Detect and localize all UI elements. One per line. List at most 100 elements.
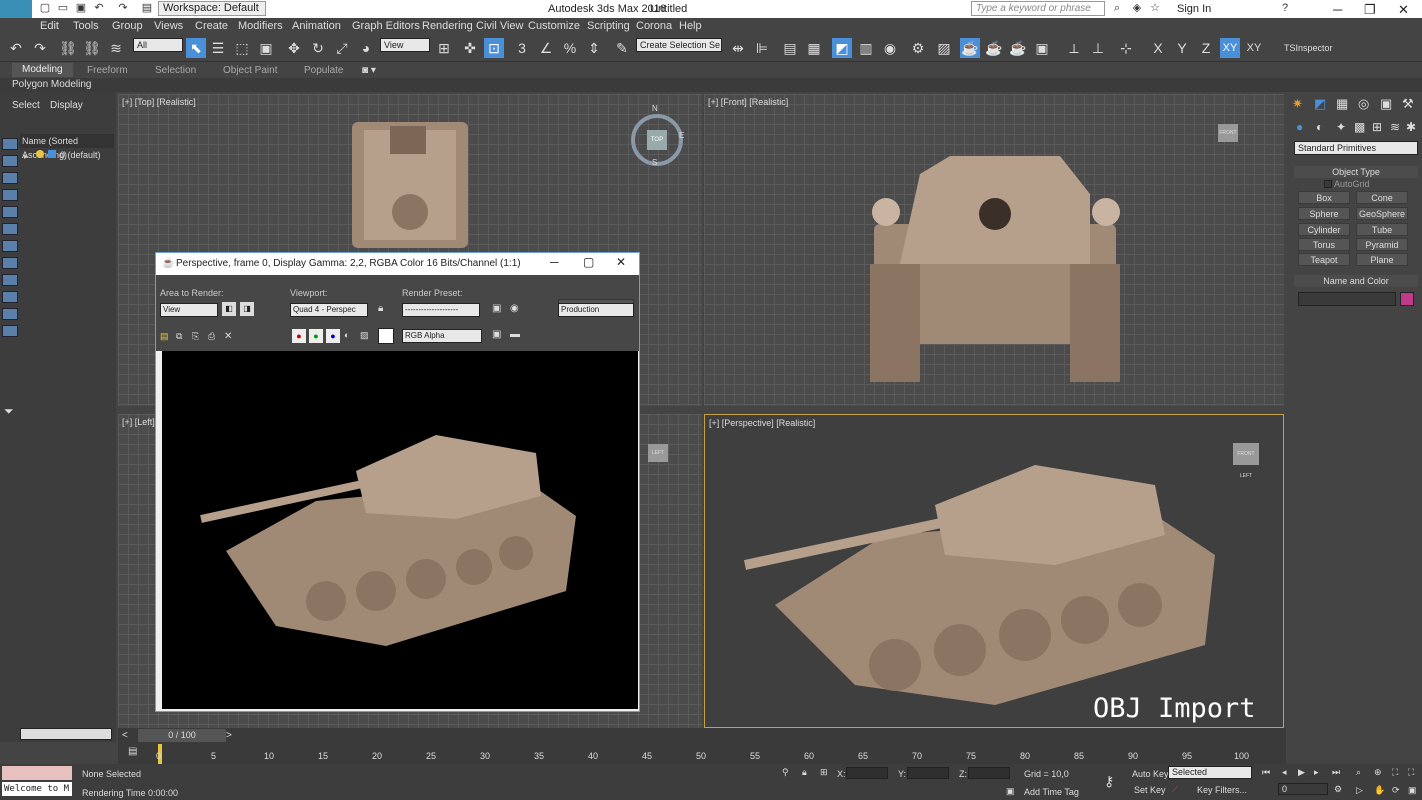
workspace-select[interactable]: Workspace: Default (158, 1, 266, 16)
time-tag-icon[interactable]: ▣ (1006, 786, 1015, 797)
render-minimize-icon[interactable]: ─ (550, 255, 559, 269)
field-of-view-icon[interactable]: ▷ (1356, 785, 1363, 796)
pan-icon[interactable]: ✋ (1374, 785, 1385, 796)
menu-scripting[interactable]: Scripting (587, 20, 630, 32)
viewcube-compass[interactable]: TOP N E S (631, 104, 684, 167)
background-color-swatch[interactable] (378, 328, 394, 344)
hierarchy-tab-icon[interactable]: ▦ (1336, 96, 1348, 112)
move-icon[interactable]: ✥ (284, 38, 304, 58)
zoom-extents-icon[interactable]: ⛶ (1392, 767, 1398, 778)
viewport-select[interactable]: Quad 4 - Perspec (290, 303, 368, 317)
menu-graph-editors[interactable]: Graph Editors (352, 20, 420, 32)
named-selection-set-select[interactable]: Create Selection Se (636, 38, 722, 52)
axis-xy-cycle-button[interactable]: XY (1244, 38, 1264, 58)
favorites-icon[interactable]: ☆ (1148, 1, 1162, 15)
toggle-ui-icon[interactable]: ▬ (510, 329, 520, 340)
filter-geometry-icon[interactable] (2, 138, 18, 150)
maximize-viewport-icon[interactable]: ▣ (1408, 785, 1417, 796)
redo-icon[interactable]: ↷ (30, 38, 50, 58)
funnel-icon[interactable]: ⏷ (4, 404, 14, 419)
percent-snap-icon[interactable]: % (560, 38, 580, 58)
filter-spacewarps-icon[interactable] (2, 223, 18, 235)
area-to-render-select[interactable]: View (160, 303, 218, 317)
autogrid-icon[interactable]: ⊹ (1116, 38, 1136, 58)
tube-button[interactable]: Tube (1356, 223, 1408, 236)
set-key-button[interactable]: Set Key (1134, 785, 1166, 795)
maxscript-listener-input[interactable] (2, 766, 72, 780)
help-icon[interactable]: ? (1278, 1, 1292, 15)
viewport-perspective[interactable]: [+] [Perspective] [Realistic] FRONT LEFT… (704, 414, 1284, 728)
cylinder-button[interactable]: Cylinder (1298, 223, 1350, 236)
filter-xrefs-icon[interactable] (2, 257, 18, 269)
zoom-icon[interactable]: ⌕ (1356, 767, 1361, 778)
axis-z-button[interactable]: Z (1196, 38, 1216, 58)
filter-bones-icon[interactable] (2, 274, 18, 286)
box-button[interactable]: Box (1298, 191, 1350, 204)
tab-selection[interactable]: Selection (155, 65, 196, 76)
menu-create[interactable]: Create (195, 20, 228, 32)
z-coordinate-field[interactable] (968, 767, 1010, 779)
viewport-label[interactable]: [+] [Front] [Realistic] (708, 97, 788, 107)
menu-civil-view[interactable]: Civil View (476, 20, 523, 32)
teapot-button[interactable]: Teapot (1298, 253, 1350, 266)
render-production-icon[interactable]: ☕ (960, 38, 980, 58)
bind-space-warp-icon[interactable]: ≋ (106, 38, 126, 58)
time-configuration-icon[interactable]: ⚙ (1334, 784, 1342, 795)
material-editor-icon[interactable]: ◉ (880, 38, 900, 58)
window-crossing-icon[interactable]: ▣ (256, 38, 276, 58)
menu-modifiers[interactable]: Modifiers (238, 20, 283, 32)
render-activeshade-icon[interactable]: ☕ (1008, 38, 1028, 58)
helpers-icon[interactable]: ⊞ (1372, 120, 1382, 134)
filter-particles-icon[interactable] (2, 291, 18, 303)
sign-in-link[interactable]: Sign In (1177, 3, 1211, 15)
name-and-color-rollout[interactable]: Name and Color (1294, 275, 1418, 287)
render-iterative-icon[interactable]: ☕ (984, 38, 1004, 58)
project-icon[interactable]: ▤ (140, 1, 154, 15)
clear-icon[interactable]: ✕ (224, 331, 232, 342)
rendered-frame-window-icon[interactable]: ▨ (934, 38, 954, 58)
scene-tab-display[interactable]: Display (50, 100, 83, 111)
red-channel-icon[interactable]: ● (292, 329, 306, 343)
systems-icon[interactable]: ✱ (1406, 120, 1416, 134)
rotate-icon[interactable]: ↻ (308, 38, 328, 58)
environment-icon[interactable]: ◉ (510, 303, 519, 314)
mirror-icon[interactable]: ⇹ (728, 38, 748, 58)
layer-explorer-icon[interactable]: ▤ (780, 38, 800, 58)
redo-icon[interactable]: ↷ (116, 1, 130, 15)
orbit-icon[interactable]: ⟳ (1392, 785, 1400, 796)
grid-align-icon[interactable]: ⊥ (1088, 38, 1108, 58)
link-icon[interactable]: ⛓ (58, 38, 78, 58)
time-slider-next-icon[interactable]: > (226, 730, 232, 741)
tab-object-paint[interactable]: Object Paint (223, 65, 277, 76)
snaps-toggle-icon[interactable]: 3 (512, 38, 532, 58)
pyramid-button[interactable]: Pyramid (1356, 238, 1408, 251)
save-icon[interactable]: ▣ (74, 1, 88, 15)
polygon-modeling-panel[interactable]: Polygon Modeling (12, 79, 92, 90)
toggle-ui-overlay-icon[interactable]: ▣ (492, 329, 501, 340)
open-file-icon[interactable]: ▭ (56, 1, 70, 15)
go-to-end-icon[interactable]: ⏭ (1332, 767, 1340, 778)
create-tab-icon[interactable]: ✷ (1292, 96, 1303, 112)
search-icon[interactable]: ⌕ (1110, 1, 1124, 15)
category-select[interactable]: Standard Primitives (1294, 141, 1418, 155)
render-setup-icon[interactable]: ▣ (492, 303, 501, 314)
edit-named-selection-icon[interactable]: ✎ (612, 38, 632, 58)
selection-lock-icon[interactable]: 🔒︎ (802, 767, 807, 778)
maximize-icon[interactable]: ❐ (1364, 2, 1376, 18)
x-coordinate-field[interactable] (846, 767, 888, 779)
menu-customize[interactable]: Customize (528, 20, 580, 32)
menu-group[interactable]: Group (112, 20, 143, 32)
render-in-cloud-icon[interactable]: ▣ (1032, 38, 1052, 58)
scene-tab-select[interactable]: Select (12, 100, 40, 111)
filter-containers-icon[interactable] (2, 308, 18, 320)
monochrome-icon[interactable]: ▨ (360, 330, 369, 341)
unlink-icon[interactable]: ⛓ (82, 38, 102, 58)
cameras-icon[interactable]: ▩ (1354, 120, 1365, 134)
geometry-icon[interactable]: ● (1296, 120, 1303, 134)
menu-edit[interactable]: Edit (40, 20, 59, 32)
go-to-start-icon[interactable]: ⏮ (1262, 767, 1270, 778)
cone-button[interactable]: Cone (1356, 191, 1408, 204)
copy-image-icon[interactable]: ⧉ (176, 331, 182, 342)
light-bulb-icon[interactable] (36, 150, 44, 158)
add-time-tag-button[interactable]: Add Time Tag (1024, 787, 1079, 797)
